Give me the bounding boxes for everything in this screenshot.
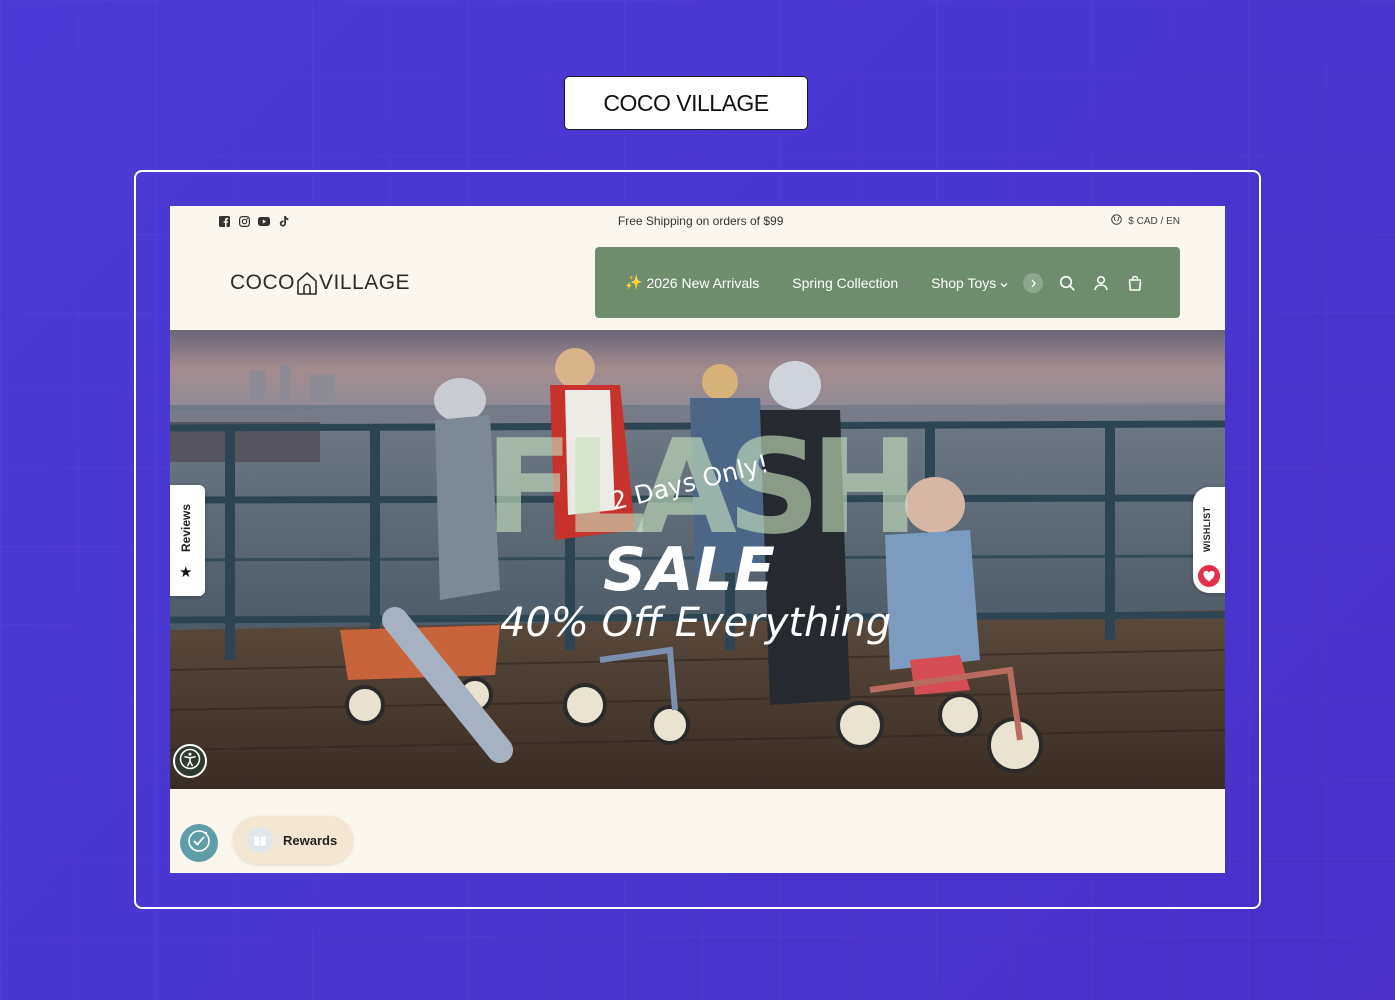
nav-item-label: Spring Collection: [792, 274, 899, 291]
accessibility-icon: [179, 748, 201, 774]
sale-headline: SALE: [603, 535, 776, 605]
search-icon[interactable]: [1059, 275, 1075, 291]
chevron-right-icon: [1030, 275, 1037, 291]
accessibility-button[interactable]: [173, 744, 207, 778]
globe-icon: [1111, 214, 1123, 228]
logo-text-right: VILLAGE: [319, 271, 411, 294]
heart-icon: [1196, 563, 1222, 589]
account-icon[interactable]: [1093, 275, 1109, 291]
house-icon: [296, 271, 318, 295]
hero-banner[interactable]: FLASH 2 Days Only! SALE 40% Off Everythi…: [170, 330, 1225, 789]
rewards-button[interactable]: Rewards: [233, 816, 353, 864]
announcement-text: Free Shipping on orders of $99: [617, 214, 784, 228]
loyalty-widget-button[interactable]: [180, 824, 218, 862]
announcement-bar: Free Shipping on orders of $99 $ CAD / E…: [170, 206, 1225, 236]
badge-check-icon: [186, 828, 212, 858]
nav-item-label: 2026 New Arrivals: [646, 274, 760, 291]
sparkles-icon: ✨: [625, 274, 643, 290]
wishlist-label: WISHLIST: [1202, 506, 1212, 552]
nav-item-shop-toys[interactable]: Shop Toys: [931, 275, 1008, 291]
brand-title-badge: COCO VILLAGE: [564, 76, 808, 130]
wishlist-tab[interactable]: WISHLIST: [1193, 487, 1225, 593]
nav-item-label: Shop Toys: [931, 274, 997, 291]
reviews-label: Reviews: [179, 503, 193, 552]
nav-item-new-arrivals[interactable]: ✨ 2026 New Arrivals: [625, 274, 759, 291]
youtube-icon[interactable]: [258, 215, 270, 227]
social-links: [218, 215, 290, 227]
instagram-icon[interactable]: [238, 215, 250, 227]
locale-label: $ CAD / EN: [1128, 215, 1180, 227]
cart-icon[interactable]: [1127, 275, 1143, 291]
main-navigation: ✨ 2026 New Arrivals Spring Collection Sh…: [595, 247, 1180, 318]
star-icon: ★: [179, 563, 193, 581]
header-icons: [1059, 275, 1143, 291]
facebook-icon[interactable]: [218, 215, 230, 227]
gift-icon: [247, 827, 273, 853]
tiktok-icon[interactable]: [278, 215, 290, 227]
chevron-down-icon: [1000, 275, 1008, 291]
discount-text: 40% Off Everything: [500, 600, 892, 646]
locale-selector[interactable]: $ CAD / EN: [1111, 214, 1180, 228]
nav-item-spring-collection[interactable]: Spring Collection: [792, 275, 898, 291]
site-logo[interactable]: COCO VILLAGE: [230, 268, 410, 298]
reviews-tab[interactable]: Reviews ★: [170, 485, 205, 596]
brand-title-text: COCO VILLAGE: [603, 89, 769, 116]
rewards-label: Rewards: [283, 832, 338, 848]
logo-text-left: COCO: [230, 271, 295, 294]
website-preview: Free Shipping on orders of $99 $ CAD / E…: [170, 206, 1225, 873]
nav-scroll-next-button[interactable]: [1023, 272, 1044, 293]
